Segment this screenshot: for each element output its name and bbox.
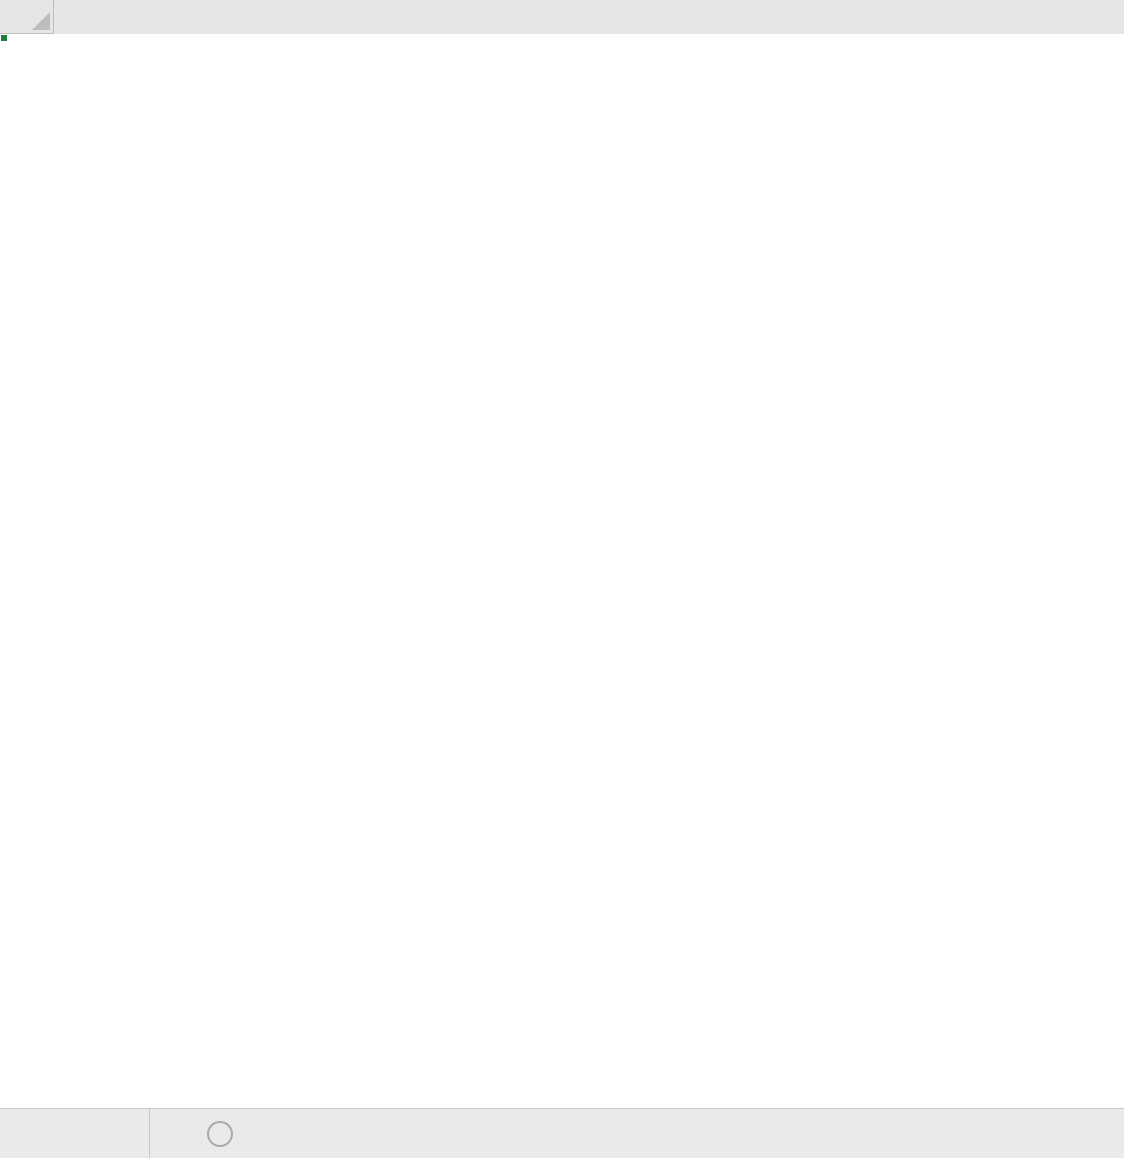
column-headers — [0, 0, 1124, 34]
sheet-tab-bar — [0, 1108, 1124, 1158]
spreadsheet-grid — [0, 0, 1124, 1108]
fill-handle[interactable] — [0, 34, 8, 42]
select-all-icon — [32, 12, 50, 30]
tab-nav — [0, 1109, 150, 1158]
add-sheet-button[interactable] — [190, 1109, 250, 1158]
plus-icon — [207, 1121, 233, 1147]
select-all-corner[interactable] — [0, 0, 54, 34]
